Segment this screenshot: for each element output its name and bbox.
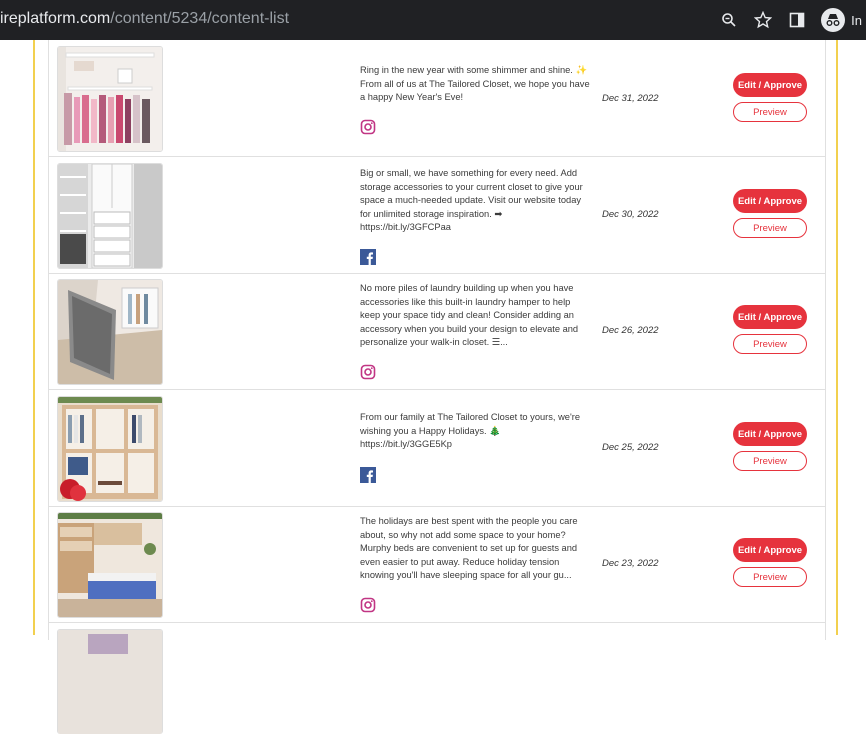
instagram-icon <box>360 119 376 135</box>
url-path: /content/5234/content-list <box>110 10 290 27</box>
preview-button[interactable]: Preview <box>733 218 807 238</box>
post-caption: No more piles of laundry building up whe… <box>360 283 579 347</box>
list-item: Big or small, we have something for ever… <box>49 157 825 274</box>
post-thumbnail[interactable] <box>57 279 163 385</box>
list-item: No more piles of laundry building up whe… <box>49 273 825 390</box>
content-list: Ring in the new year with some shimmer a… <box>48 40 826 734</box>
list-item: Ring in the new year with some shimmer a… <box>49 40 825 157</box>
browser-toolbar: ireplatform.com/content/5234/content-lis… <box>0 0 866 40</box>
preview-button[interactable]: Preview <box>733 451 807 471</box>
post-thumbnail[interactable] <box>57 629 163 734</box>
preview-button[interactable]: Preview <box>733 334 807 354</box>
address-bar[interactable]: ireplatform.com/content/5234/content-lis… <box>0 10 289 28</box>
post-date: Dec 30, 2022 <box>602 209 659 220</box>
post-thumbnail[interactable] <box>57 46 163 152</box>
edit-approve-button[interactable]: Edit / Approve <box>733 305 807 329</box>
list-item: The holidays are best spent with the peo… <box>49 506 825 623</box>
edit-approve-button[interactable]: Edit / Approve <box>733 538 807 562</box>
zoom-icon[interactable] <box>719 10 739 30</box>
bookmark-star-icon[interactable] <box>753 10 773 30</box>
post-thumbnail[interactable] <box>57 163 163 269</box>
side-panel-icon[interactable] <box>787 10 807 30</box>
post-thumbnail[interactable] <box>57 396 163 502</box>
post-caption: From our family at The Tailored Closet t… <box>360 412 580 449</box>
post-caption: The holidays are best spent with the peo… <box>360 516 578 580</box>
profile-label: In <box>851 12 862 28</box>
edit-approve-button[interactable]: Edit / Approve <box>733 73 807 97</box>
incognito-icon[interactable] <box>821 8 846 32</box>
list-item: From our family at The Tailored Closet t… <box>49 390 825 507</box>
post-date: Dec 31, 2022 <box>602 93 659 104</box>
edit-approve-button[interactable]: Edit / Approve <box>733 422 807 446</box>
url-host: ireplatform.com <box>0 10 111 27</box>
post-date: Dec 23, 2022 <box>602 558 659 569</box>
facebook-icon <box>360 467 376 483</box>
frame-border-right <box>836 40 838 635</box>
preview-button[interactable]: Preview <box>733 567 807 587</box>
post-caption: Big or small, we have something for ever… <box>360 168 583 232</box>
post-date: Dec 26, 2022 <box>602 325 659 336</box>
post-thumbnail[interactable] <box>57 512 163 618</box>
post-date: Dec 25, 2022 <box>602 442 659 453</box>
instagram-icon <box>360 597 376 613</box>
preview-button[interactable]: Preview <box>733 102 807 122</box>
post-caption: Ring in the new year with some shimmer a… <box>360 65 590 102</box>
frame-border-left <box>33 40 35 635</box>
list-item <box>49 623 825 739</box>
edit-approve-button[interactable]: Edit / Approve <box>733 189 807 213</box>
instagram-icon <box>360 364 376 380</box>
facebook-icon <box>360 249 376 265</box>
